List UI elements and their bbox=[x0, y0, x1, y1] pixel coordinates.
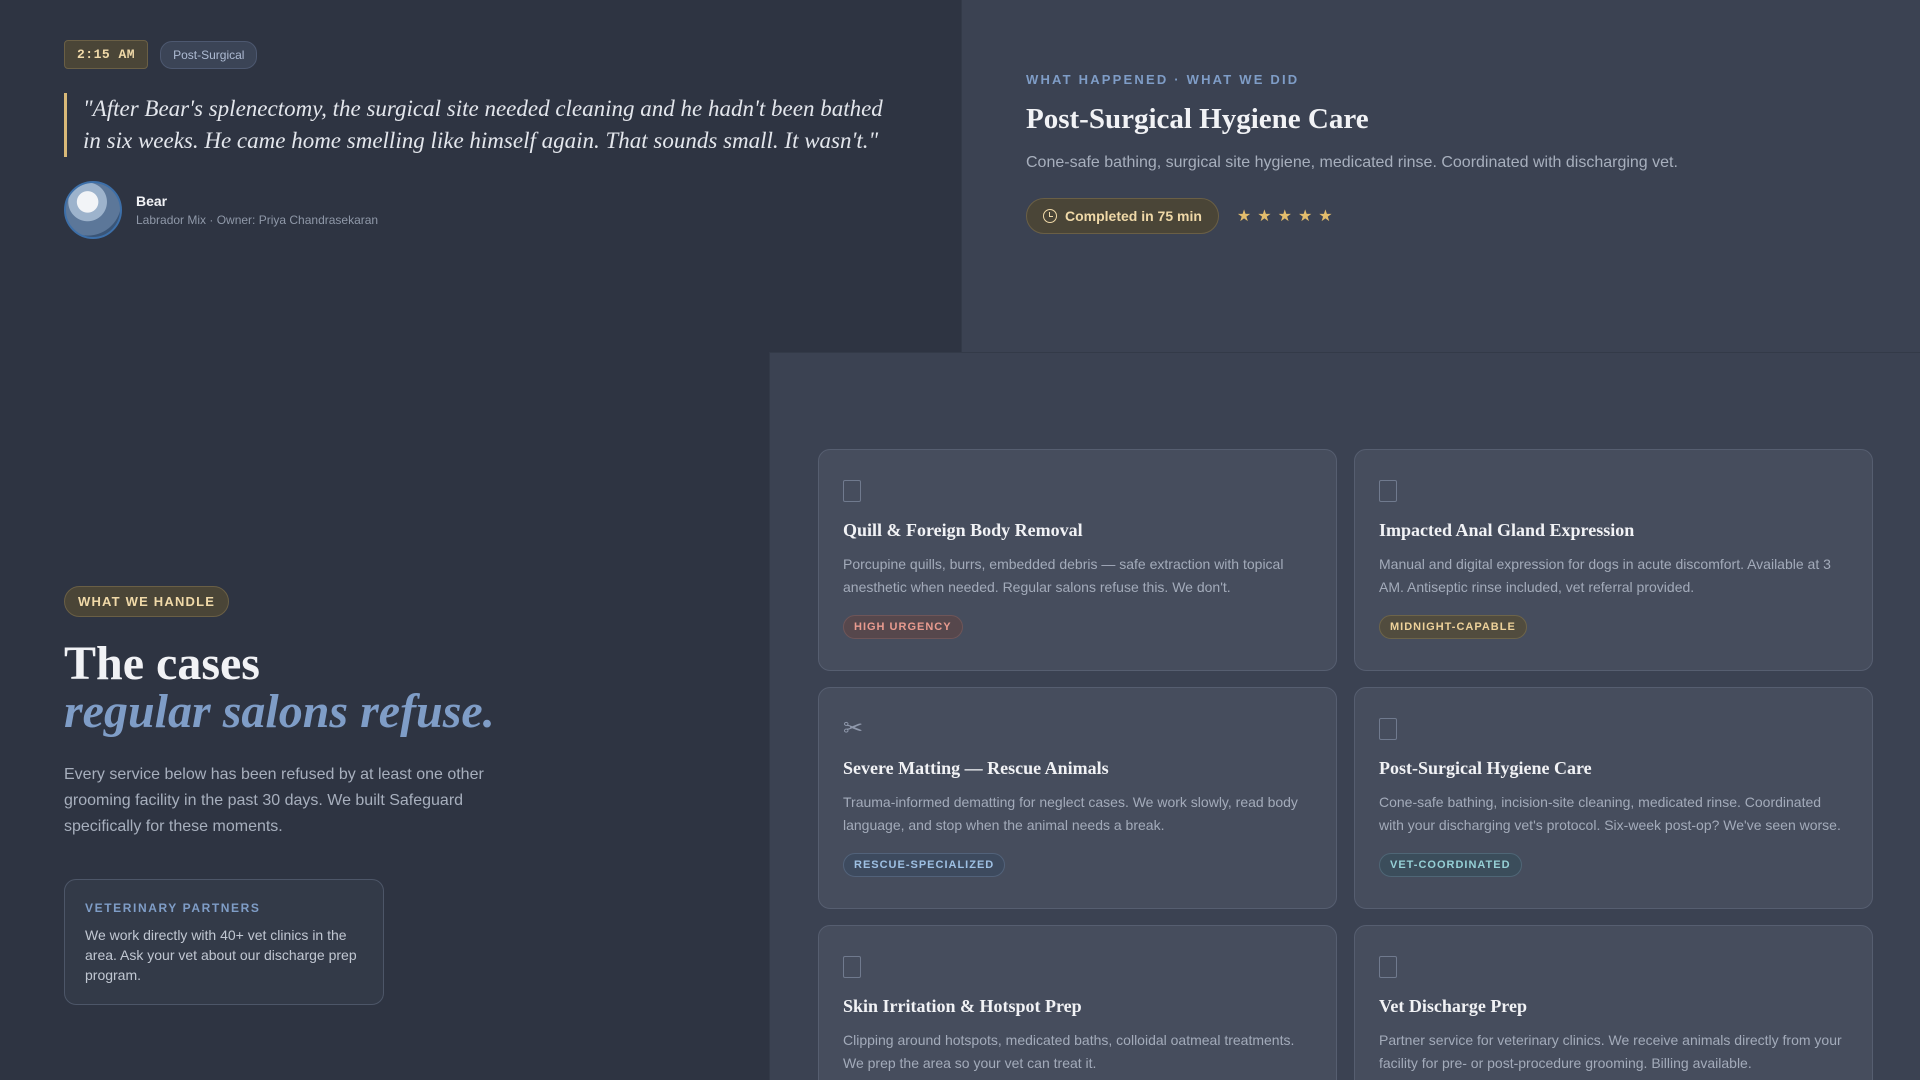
service-card[interactable]: Quill & Foreign Body Removal Porcupine q… bbox=[818, 449, 1337, 671]
section-intro: Every service below has been refused by … bbox=[64, 766, 484, 835]
star-icon: ★ bbox=[1257, 208, 1272, 225]
case-study-description: Cone-safe bathing, surgical site hygiene… bbox=[1026, 154, 1678, 171]
service-card[interactable]: Post-Surgical Hygiene Care Cone-safe bat… bbox=[1354, 687, 1873, 909]
document-icon bbox=[1379, 956, 1397, 978]
completed-label: Completed in 75 min bbox=[1065, 208, 1202, 224]
service-badge: VET-COORDINATED bbox=[1379, 853, 1522, 877]
service-card[interactable]: ✂ Severe Matting — Rescue Animals Trauma… bbox=[818, 687, 1337, 909]
star-icon: ★ bbox=[1297, 208, 1313, 225]
case-study-panel: WHAT HAPPENED · WHAT WE DID Post-Surgica… bbox=[961, 0, 1920, 352]
service-description: Cone-safe bathing, incision-site cleanin… bbox=[1379, 794, 1841, 833]
service-description: Partner service for veterinary clinics. … bbox=[1379, 1032, 1842, 1071]
service-badge: RESCUE-SPECIALIZED bbox=[843, 853, 1006, 877]
category-chip: Post-Surgical bbox=[160, 40, 258, 69]
service-description: Clipping around hotspots, medicated bath… bbox=[843, 1032, 1295, 1071]
service-card[interactable]: Impacted Anal Gland Expression Manual an… bbox=[1354, 449, 1873, 671]
testimonial-tags: 2:15 AM Post-Surgical bbox=[64, 40, 904, 69]
service-title: Impacted Anal Gland Expression bbox=[1379, 520, 1635, 540]
service-title: Quill & Foreign Body Removal bbox=[843, 520, 1083, 540]
service-description: Trauma-informed dematting for neglect ca… bbox=[843, 794, 1298, 833]
service-title: Post-Surgical Hygiene Care bbox=[1379, 758, 1592, 778]
service-title: Skin Irritation & Hotspot Prep bbox=[843, 996, 1082, 1016]
clock-icon bbox=[1043, 209, 1057, 223]
case-study-status: Completed in 75 min ★ ★ ★ ★ ★ bbox=[1026, 198, 1678, 234]
heading-line-1: The cases bbox=[64, 637, 260, 690]
service-title: Severe Matting — Rescue Animals bbox=[843, 758, 1109, 778]
service-description: Manual and digital expression for dogs i… bbox=[1379, 556, 1831, 595]
partners-text: We work directly with 40+ vet clinics in… bbox=[85, 927, 357, 983]
pet-meta: Labrador Mix · Owner: Priya Chandrasekar… bbox=[136, 213, 379, 227]
document-icon bbox=[1379, 480, 1397, 502]
document-icon bbox=[843, 480, 861, 502]
star-icon: ★ bbox=[1236, 208, 1252, 225]
service-card[interactable]: Vet Discharge Prep Partner service for v… bbox=[1354, 925, 1873, 1080]
testimonial-quote: "After Bear's splenectomy, the surgical … bbox=[64, 93, 904, 157]
service-card[interactable]: Skin Irritation & Hotspot Prep Clipping … bbox=[818, 925, 1337, 1080]
document-icon bbox=[843, 956, 861, 978]
star-icon: ★ bbox=[1318, 208, 1333, 225]
case-study-eyebrow: WHAT HAPPENED · WHAT WE DID bbox=[1026, 72, 1300, 87]
partners-title: VETERINARY PARTNERS bbox=[85, 901, 261, 915]
veterinary-partners-box: VETERINARY PARTNERS We work directly wit… bbox=[64, 879, 384, 1005]
service-description: Porcupine quills, burrs, embedded debris… bbox=[843, 556, 1284, 595]
service-title: Vet Discharge Prep bbox=[1379, 996, 1527, 1016]
service-badge: HIGH URGENCY bbox=[843, 615, 963, 639]
case-study-title: Post-Surgical Hygiene Care bbox=[1026, 103, 1369, 135]
completed-badge: Completed in 75 min bbox=[1026, 198, 1219, 234]
what-we-handle-chip: WHAT WE HANDLE bbox=[64, 586, 230, 617]
scissors-icon: ✂ bbox=[843, 715, 864, 742]
document-icon bbox=[1379, 718, 1397, 740]
pet-avatar bbox=[64, 181, 122, 239]
time-chip: 2:15 AM bbox=[64, 40, 149, 69]
pet-name: Bear bbox=[136, 193, 168, 209]
section-heading: The cases regular salons refuse. bbox=[64, 640, 495, 736]
services-panel: Quill & Foreign Body Removal Porcupine q… bbox=[769, 352, 1920, 1080]
star-icon: ★ bbox=[1277, 208, 1292, 225]
heading-line-2: regular salons refuse. bbox=[64, 685, 495, 738]
rating-stars: ★ ★ ★ ★ ★ bbox=[1237, 206, 1333, 226]
testimonial: 2:15 AM Post-Surgical "After Bear's sple… bbox=[64, 40, 904, 239]
service-badge: MIDNIGHT-CAPABLE bbox=[1379, 615, 1527, 639]
pet-info: Bear Labrador Mix · Owner: Priya Chandra… bbox=[64, 181, 904, 239]
